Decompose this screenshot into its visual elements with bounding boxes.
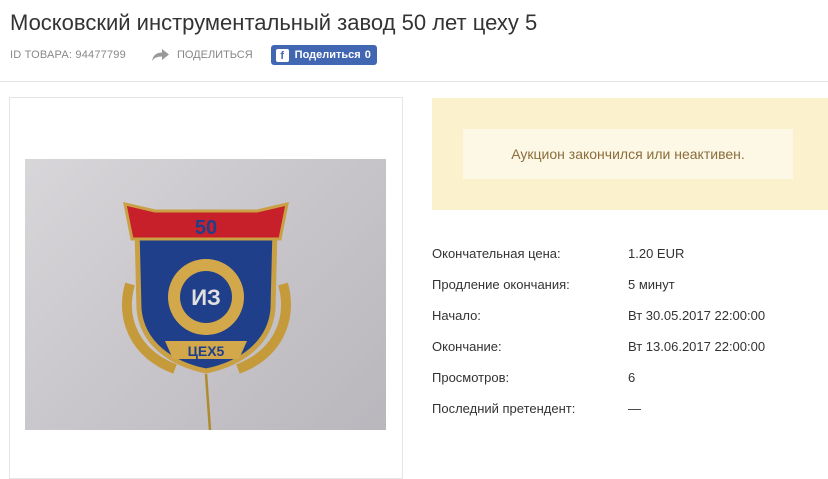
badge-number: 50 — [195, 217, 217, 239]
detail-label: Начало: — [432, 308, 481, 323]
auction-status-panel: Аукцион закончился или неактивен. — [432, 98, 828, 210]
detail-label: Окончание: — [432, 339, 502, 354]
product-photo[interactable]: 50 ИЗ ЦЕХ5 — [25, 159, 386, 430]
detail-row-end: Окончание: Вт 13.06.2017 22:00:00 — [432, 331, 765, 362]
badge-bottom-text: ЦЕХ5 — [188, 343, 225, 359]
detail-value: Вт 30.05.2017 22:00:00 — [628, 308, 766, 323]
share-label: ПОДЕЛИТЬСЯ — [176, 49, 253, 61]
header-divider — [0, 81, 828, 82]
detail-label: Просмотров: — [432, 370, 510, 385]
detail-value: Вт 13.06.2017 22:00:00 — [628, 339, 766, 354]
auction-status-message: Аукцион закончился или неактивен. — [463, 129, 793, 179]
facebook-share-label: Поделиться — [294, 49, 361, 61]
detail-value: 5 минут — [628, 277, 675, 292]
detail-row-final-price: Окончательная цена: 1.20 EUR — [432, 238, 765, 269]
detail-value: — — [628, 401, 641, 416]
detail-label: Окончательная цена: — [432, 246, 561, 261]
auction-details: Окончательная цена: 1.20 EUR Продление о… — [432, 238, 765, 424]
detail-row-last-bidder: Последний претендент: — — [432, 393, 765, 424]
product-id: ID ТОВАРА: 94477799 — [10, 49, 126, 61]
share-button[interactable]: ПОДЕЛИТЬСЯ — [151, 49, 253, 61]
detail-row-views: Просмотров: 6 — [432, 362, 765, 393]
badge-letters: ИЗ — [191, 285, 221, 310]
facebook-icon: f — [275, 48, 289, 62]
detail-label: Последний претендент: — [432, 401, 576, 416]
meta-row: ID ТОВАРА: 94477799 ПОДЕЛИТЬСЯ f Поделит… — [10, 44, 377, 66]
share-arrow-icon — [151, 49, 169, 61]
facebook-share-button[interactable]: f Поделиться 0 — [270, 45, 377, 65]
detail-value: 6 — [628, 370, 636, 385]
detail-row-extension: Продление окончания: 5 минут — [432, 269, 765, 300]
badge-image: 50 ИЗ ЦЕХ5 — [122, 202, 291, 430]
detail-row-start: Начало: Вт 30.05.2017 22:00:00 — [432, 300, 765, 331]
product-image-frame: 50 ИЗ ЦЕХ5 — [9, 97, 403, 479]
facebook-share-count: 0 — [364, 49, 371, 61]
page-title: Московский инструментальный завод 50 лет… — [10, 10, 538, 35]
detail-label: Продление окончания: — [432, 277, 570, 292]
detail-value: 1.20 EUR — [628, 246, 685, 261]
